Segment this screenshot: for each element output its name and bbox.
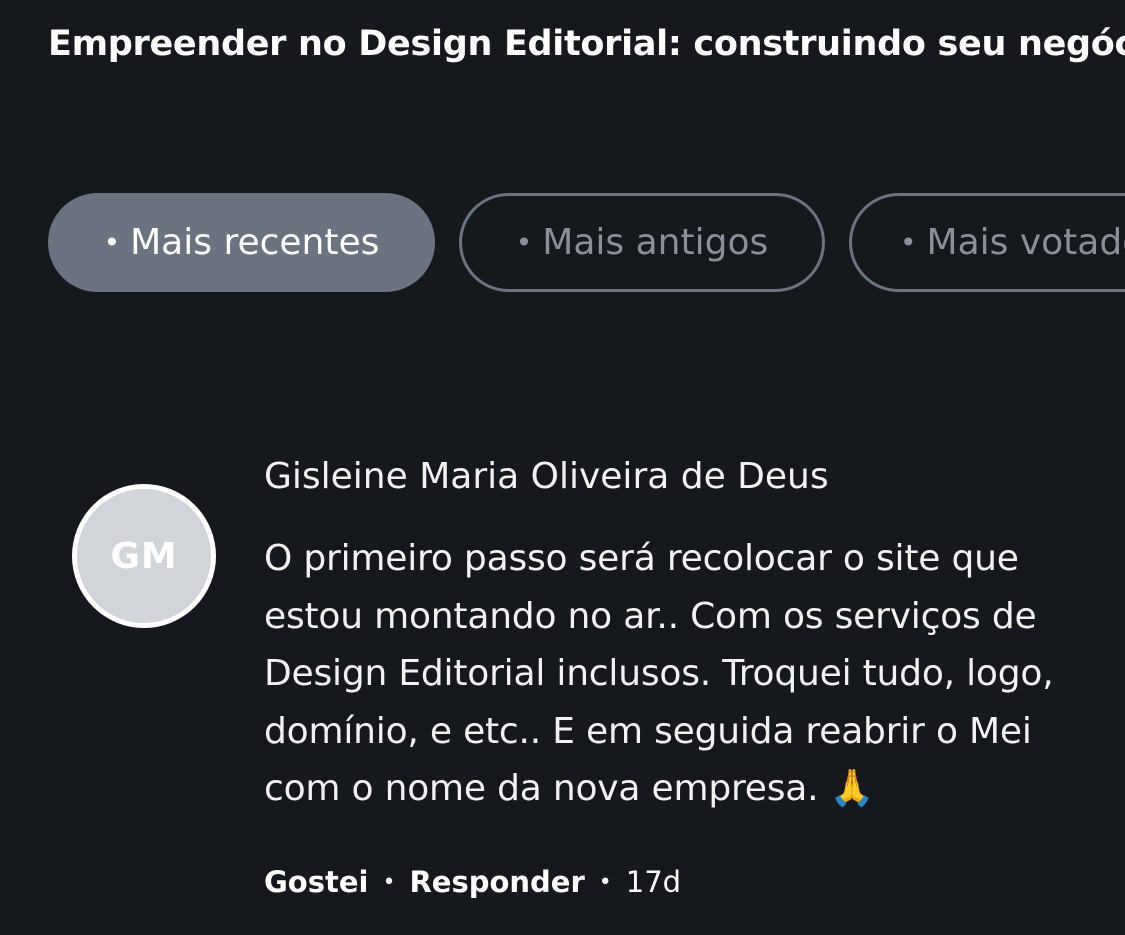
filter-mais-votados[interactable]: • Mais votados	[849, 193, 1125, 292]
bullet-icon: •	[515, 225, 533, 259]
separator-dot: •	[382, 869, 396, 895]
bullet-icon: •	[103, 225, 121, 259]
like-button[interactable]: Gostei	[264, 865, 368, 899]
filter-mais-recentes[interactable]: • Mais recentes	[48, 193, 435, 292]
comment-author[interactable]: Gisleine Maria Oliveira de Deus	[264, 452, 829, 502]
comment-text: O primeiro passo será recolocar o site q…	[264, 538, 1054, 809]
comment-sort-filters: • Mais recentes • Mais antigos • Mais vo…	[0, 193, 1125, 293]
filter-mais-antigos[interactable]: • Mais antigos	[459, 193, 825, 292]
reply-button[interactable]: Responder	[409, 865, 584, 899]
comment-actions: Gostei • Responder • 17d	[264, 862, 681, 902]
post-title: Empreender no Design Editorial: construi…	[48, 24, 1125, 64]
avatar-initials: GM	[110, 535, 178, 577]
avatar[interactable]: GM	[72, 484, 216, 628]
bullet-icon: •	[900, 225, 917, 259]
comment-age: 17d	[625, 865, 682, 899]
separator-dot: •	[598, 869, 612, 895]
filter-label: Mais antigos	[542, 222, 769, 263]
filter-label: Mais recentes	[130, 222, 380, 263]
filter-label: Mais votados	[926, 222, 1125, 263]
